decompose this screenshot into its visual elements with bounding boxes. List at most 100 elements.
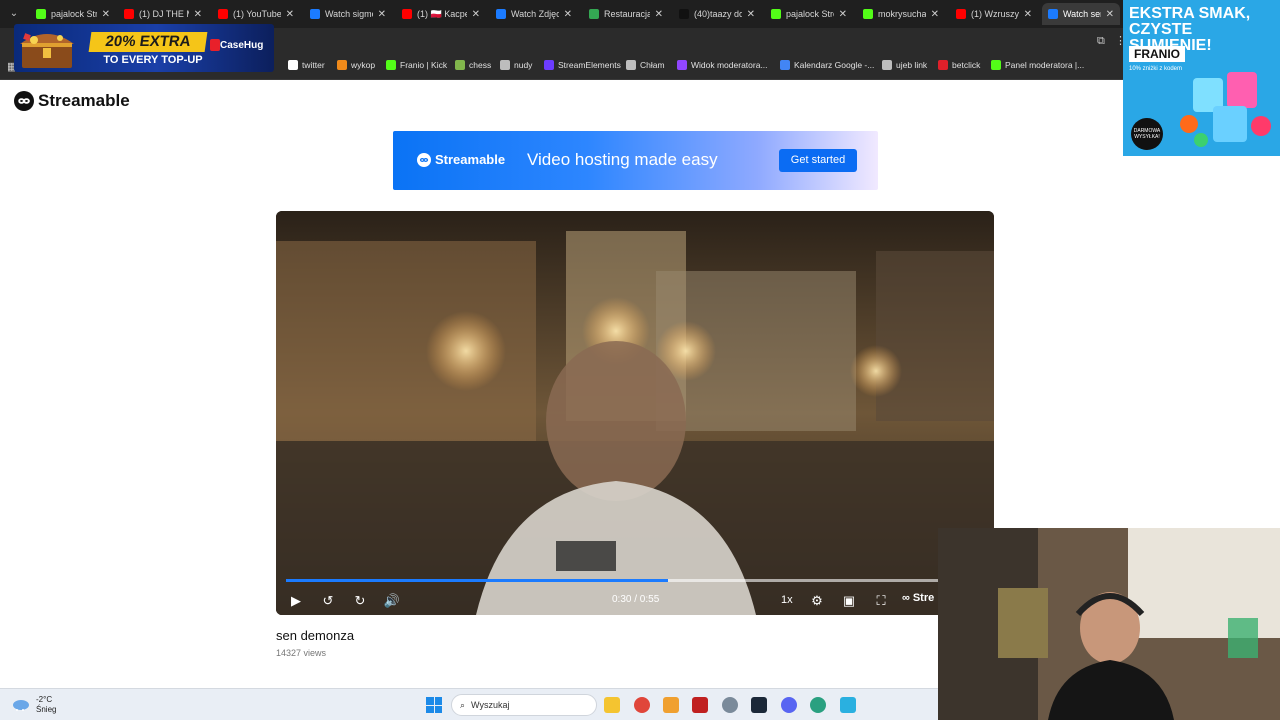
bookmark-label: wykop	[351, 60, 376, 70]
forward-5-icon[interactable]: ↻	[351, 592, 369, 610]
ad-brand-pill: FRANIO	[1129, 46, 1185, 62]
search-icon: ⌕	[460, 699, 466, 710]
banner-brand-text: Streamable	[435, 152, 506, 167]
wykop-icon	[337, 60, 347, 70]
browser-tab[interactable]: mokrysucha ✕	[857, 3, 945, 25]
x-icon	[288, 60, 298, 70]
bookmark-item[interactable]: Chłam	[626, 60, 665, 70]
tab-close-icon[interactable]: ✕	[1024, 9, 1032, 20]
streamable-logo[interactable]: Streamable	[14, 91, 130, 111]
bookmark-item[interactable]: StreamElements	[544, 60, 621, 70]
casehug-ad[interactable]: 20% EXTRA TO EVERY TOP-UP CaseHug	[14, 24, 274, 72]
tab-close-icon[interactable]: ✕	[378, 9, 386, 20]
tab-favicon-icon	[36, 9, 46, 19]
bookmark-item[interactable]: twitter	[288, 60, 325, 70]
browser-tab[interactable]: (1) YouTube ✕	[212, 3, 300, 25]
franio-ad[interactable]: EKSTRA SMAK, CZYSTE SUMIENIE! FRANIO 10%…	[1123, 0, 1280, 156]
browser-tab[interactable]: (40)taazy do ✕	[673, 3, 761, 25]
discord-icon[interactable]	[781, 697, 797, 713]
bookmark-item[interactable]: nudy	[500, 60, 532, 70]
tab-close-icon[interactable]: ✕	[931, 9, 939, 20]
time-display: 0:30 / 0:55	[612, 594, 660, 605]
streamable-watermark[interactable]: ∞ Stre	[902, 592, 934, 604]
tab-close-icon[interactable]: ✕	[839, 9, 847, 20]
rewind-5-icon[interactable]: ↺	[319, 592, 337, 610]
video-title: sen demonza	[276, 628, 355, 643]
chrome-icon[interactable]	[634, 697, 650, 713]
banner-tagline: Video hosting made easy	[527, 150, 718, 169]
taskbar-search[interactable]: ⌕ Wyszukaj	[451, 694, 597, 716]
tab-label: pajalock Stre	[786, 9, 834, 19]
browser-tab[interactable]: (1) Wzruszy ✕	[950, 3, 1038, 25]
edge-icon[interactable]	[810, 697, 826, 713]
video-player[interactable]: ▶ ↺ ↻ 🔊 0:30 / 0:55 1x ⚙ ▣ ⛶ ∞ Stre	[276, 211, 994, 615]
bookmark-label: Franio | Kick	[400, 60, 448, 70]
bookmark-item[interactable]: Widok moderatora...	[677, 60, 768, 70]
webcam-frame	[938, 528, 1280, 720]
tab-favicon-icon	[310, 9, 320, 19]
settings-icon[interactable]	[722, 697, 738, 713]
tab-close-icon[interactable]: ✕	[194, 9, 202, 20]
play-icon[interactable]: ▶	[287, 592, 305, 610]
browser-tab[interactable]: Restauracja ✕	[583, 3, 669, 25]
promo-banner[interactable]: Streamable Video hosting made easy Get s…	[393, 131, 878, 190]
tab-close-icon[interactable]: ✕	[564, 9, 572, 20]
tab-close-icon[interactable]: ✕	[655, 9, 663, 20]
chess-icon	[455, 60, 465, 70]
tab-label: Watch Zdjęc	[511, 9, 559, 19]
progress-bar[interactable]	[286, 579, 986, 582]
tab-label: Watch sen d	[1063, 9, 1101, 19]
bookmark-label: betclick	[952, 60, 981, 70]
view-count: 14327 views	[276, 648, 327, 658]
playback-speed-button[interactable]: 1x	[781, 594, 793, 606]
tab-favicon-icon	[218, 9, 228, 19]
tab-favicon-icon	[863, 9, 873, 19]
bookmark-item[interactable]: Panel moderatora |...	[991, 60, 1084, 70]
browser-tab[interactable]: pajalock Stre ✕	[765, 3, 853, 25]
browser-tab[interactable]: pajalock Stre ✕	[30, 3, 116, 25]
bookmark-item[interactable]: chess	[455, 60, 491, 70]
bookmark-label: ujeb link	[896, 60, 928, 70]
tab-list-chevron-icon[interactable]: ⌄	[4, 4, 24, 24]
streamable-logo-icon	[417, 152, 431, 167]
browser-tab[interactable]: Watch sen d ✕	[1042, 3, 1120, 25]
webcam-overlay	[938, 528, 1280, 720]
progress-fill	[286, 579, 668, 582]
bookmark-label: Panel moderatora |...	[1005, 60, 1085, 70]
steam-icon[interactable]	[751, 697, 767, 713]
ad-subtitle: TO EVERY TOP-UP	[103, 54, 203, 66]
file-explorer-icon[interactable]	[604, 697, 620, 713]
browser-tab[interactable]: (1) 🇵🇱 Kacpe ✕	[396, 3, 486, 25]
bookmark-item[interactable]: Franio | Kick	[386, 60, 447, 70]
bookmark-item[interactable]: Kalendarz Google -...	[780, 60, 874, 70]
app-icon[interactable]	[692, 697, 708, 713]
app-icon[interactable]	[663, 697, 679, 713]
picture-in-picture-icon[interactable]: ▣	[840, 592, 858, 610]
windows-start-icon[interactable]	[426, 697, 442, 713]
kick-icon	[386, 60, 396, 70]
tab-close-icon[interactable]: ✕	[1106, 9, 1114, 20]
weather-widget[interactable]: -2°C Śnieg	[12, 695, 56, 715]
tab-close-icon[interactable]: ✕	[747, 9, 755, 20]
bookmark-item[interactable]: betclick	[938, 60, 980, 70]
tab-close-icon[interactable]: ✕	[286, 9, 294, 20]
fullscreen-icon[interactable]: ⛶	[872, 592, 890, 610]
banner-brand: Streamable	[417, 152, 505, 167]
bookmark-item[interactable]: wykop	[337, 60, 375, 70]
notepad-icon[interactable]	[840, 697, 856, 713]
browser-tab[interactable]: Watch Zdjęc ✕	[490, 3, 578, 25]
tab-label: (1) 🇵🇱 Kacpe	[417, 8, 467, 19]
translate-icon[interactable]: ⧉	[1097, 35, 1109, 47]
browser-tab[interactable]: Watch sigmo ✕	[304, 3, 392, 25]
treasure-chest-icon	[20, 33, 74, 68]
get-started-button[interactable]: Get started	[779, 149, 857, 172]
settings-gear-icon[interactable]: ⚙	[808, 592, 826, 610]
tab-favicon-icon	[956, 9, 966, 19]
bookmark-item[interactable]: ujeb link	[882, 60, 927, 70]
tab-favicon-icon	[771, 9, 781, 19]
volume-icon[interactable]: 🔊	[383, 592, 401, 610]
tab-close-icon[interactable]: ✕	[102, 9, 110, 20]
browser-tab[interactable]: (1) DJ THE M ✕	[118, 3, 208, 25]
globe-icon	[626, 60, 636, 70]
tab-close-icon[interactable]: ✕	[472, 9, 480, 20]
